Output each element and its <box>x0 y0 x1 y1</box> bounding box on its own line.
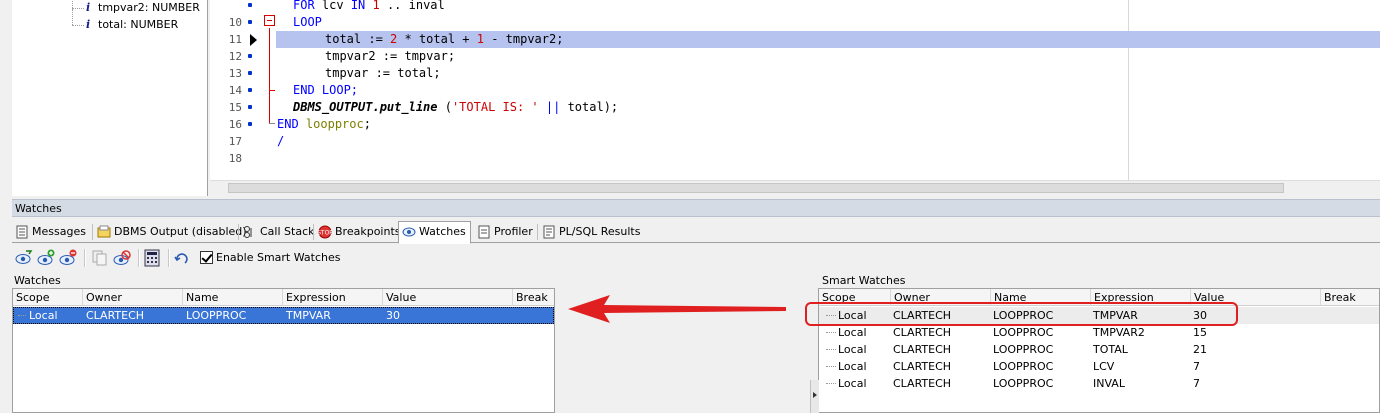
tab-breakpoints[interactable]: STOP Breakpoints <box>315 222 405 243</box>
code-text: DBMS_OUTPUT.put_line ('TOTAL IS: ' || to… <box>293 100 619 114</box>
tab-profiler[interactable]: Profiler <box>474 222 537 243</box>
breakpoint-dot-icon[interactable] <box>248 105 252 109</box>
calculator-icon[interactable] <box>142 248 162 268</box>
call-stack-icon <box>244 226 252 238</box>
editor-horizontal-scrollbar[interactable] <box>210 180 1380 194</box>
table-row[interactable]: Local CLARTECH LOOPPROC TMPVAR2 15 <box>819 324 1379 341</box>
breakpoint-dot-icon[interactable] <box>248 54 252 58</box>
code-line[interactable]: 10 FOR lcv IN 1 .. inval <box>210 0 1380 29</box>
watches-grid-header: Scope Owner Name Expression Value Break <box>13 289 554 306</box>
column-header-value[interactable]: Value <box>383 289 513 306</box>
refresh-icon[interactable] <box>172 248 192 268</box>
table-row[interactable]: Local CLARTECH LOOPPROC INVAL 7 <box>819 375 1379 392</box>
watches-toolbar: Enable Smart Watches <box>12 245 1380 271</box>
code-text: total := 2 * total + 1 - tmpvar2; <box>325 32 564 46</box>
enable-smart-watches-checkbox[interactable] <box>200 251 213 264</box>
messages-icon <box>16 225 28 239</box>
watches-section-title: Watches <box>14 274 61 287</box>
execution-pointer-icon <box>250 34 257 46</box>
remove-watch-icon[interactable] <box>58 248 78 268</box>
code-line[interactable]: 11 LOOP <box>210 14 1380 46</box>
add-watch-plus-icon[interactable] <box>36 248 56 268</box>
column-header-owner[interactable]: Owner <box>83 289 183 306</box>
breakpoint-dot-icon[interactable] <box>248 88 252 92</box>
code-line[interactable]: 14 tmpvar := total; <box>210 65 1380 97</box>
breakpoint-dot-icon[interactable] <box>248 71 252 75</box>
code-line[interactable]: 16 DBMS_OUTPUT.put_line ('TOTAL IS: ' ||… <box>210 99 1380 131</box>
tab-call-stack[interactable]: Call Stack <box>240 222 318 243</box>
current-execution-line[interactable]: 12 total := 2 * total + 1 - tmpvar2; <box>210 31 1380 63</box>
code-line[interactable]: 18 / <box>210 133 1380 165</box>
annotation-arrow-icon <box>568 295 786 323</box>
fold-collapse-icon[interactable] <box>264 15 275 26</box>
object-tree: i tmpvar2: NUMBER i total: NUMBER <box>12 0 208 196</box>
tree-item-label: tmpvar2: NUMBER <box>98 1 200 14</box>
column-header-expression[interactable]: Expression <box>283 289 383 306</box>
panel-title: Watches <box>12 199 1380 217</box>
code-text: tmpvar2 := tmpvar; <box>325 49 456 63</box>
add-watch-icon[interactable] <box>14 248 34 268</box>
table-row[interactable]: Local CLARTECH LOOPPROC TMPVAR 30 <box>13 307 554 324</box>
column-header-scope[interactable]: Scope <box>13 289 83 306</box>
tree-item-label: total: NUMBER <box>98 18 179 31</box>
breakpoint-dot-icon[interactable] <box>248 20 252 24</box>
scrollbar-thumb[interactable] <box>228 183 1284 193</box>
variable-icon: i <box>86 18 91 31</box>
tab-messages[interactable]: Messages <box>12 222 90 243</box>
code-text: FOR lcv IN 1 .. inval <box>293 0 445 12</box>
tab-dbms-output[interactable]: DBMS Output (disabled) <box>94 222 251 243</box>
plsql-results-icon <box>543 225 555 239</box>
profiler-icon <box>478 225 490 239</box>
variable-icon: i <box>86 1 91 14</box>
code-text: LOOP <box>293 15 322 29</box>
watches-grid[interactable]: Scope Owner Name Expression Value Break … <box>12 288 555 413</box>
delete-all-watches-icon[interactable] <box>112 248 132 268</box>
breakpoints-icon: STOP <box>318 225 332 239</box>
copy-watch-icon[interactable] <box>90 248 110 268</box>
watches-eye-icon <box>402 227 416 237</box>
tab-plsql-results[interactable]: PL/SQL Results <box>539 222 644 243</box>
code-line[interactable]: 13 tmpvar2 := tmpvar; <box>210 48 1380 80</box>
code-editor[interactable]: 10 FOR lcv IN 1 .. inval 11 LOOP 12 tota… <box>210 0 1380 180</box>
code-text: END LOOP; <box>293 83 359 97</box>
tab-watches[interactable]: Watches <box>398 221 471 244</box>
code-line[interactable]: 17 END loopproc; <box>210 116 1380 148</box>
column-header-break[interactable]: Break <box>1321 289 1379 306</box>
table-row[interactable]: Local CLARTECH LOOPPROC LCV 7 <box>819 358 1379 375</box>
smart-watches-section-title: Smart Watches <box>822 274 906 287</box>
svg-text:STOP: STOP <box>318 230 332 237</box>
column-header-break[interactable]: Break <box>513 289 554 306</box>
enable-smart-watches-label: Enable Smart Watches <box>216 251 341 264</box>
debug-tab-bar: Messages DBMS Output (disabled) Call Sta… <box>12 219 1380 244</box>
annotation-highlight-box <box>805 302 1238 326</box>
breakpoint-dot-icon[interactable] <box>248 122 252 126</box>
code-text: / <box>277 134 285 148</box>
breakpoint-dot-icon[interactable] <box>248 3 252 7</box>
code-line[interactable]: 15 END LOOP; <box>210 82 1380 114</box>
table-row[interactable]: Local CLARTECH LOOPPROC TOTAL 21 <box>819 341 1379 358</box>
dbms-output-icon <box>97 225 111 238</box>
panel-splitter-arrow-icon[interactable] <box>810 380 819 413</box>
code-text: END loopproc; <box>277 117 371 131</box>
code-text: tmpvar := total; <box>325 66 441 80</box>
fold-guide-line <box>269 28 270 123</box>
column-header-name[interactable]: Name <box>183 289 283 306</box>
